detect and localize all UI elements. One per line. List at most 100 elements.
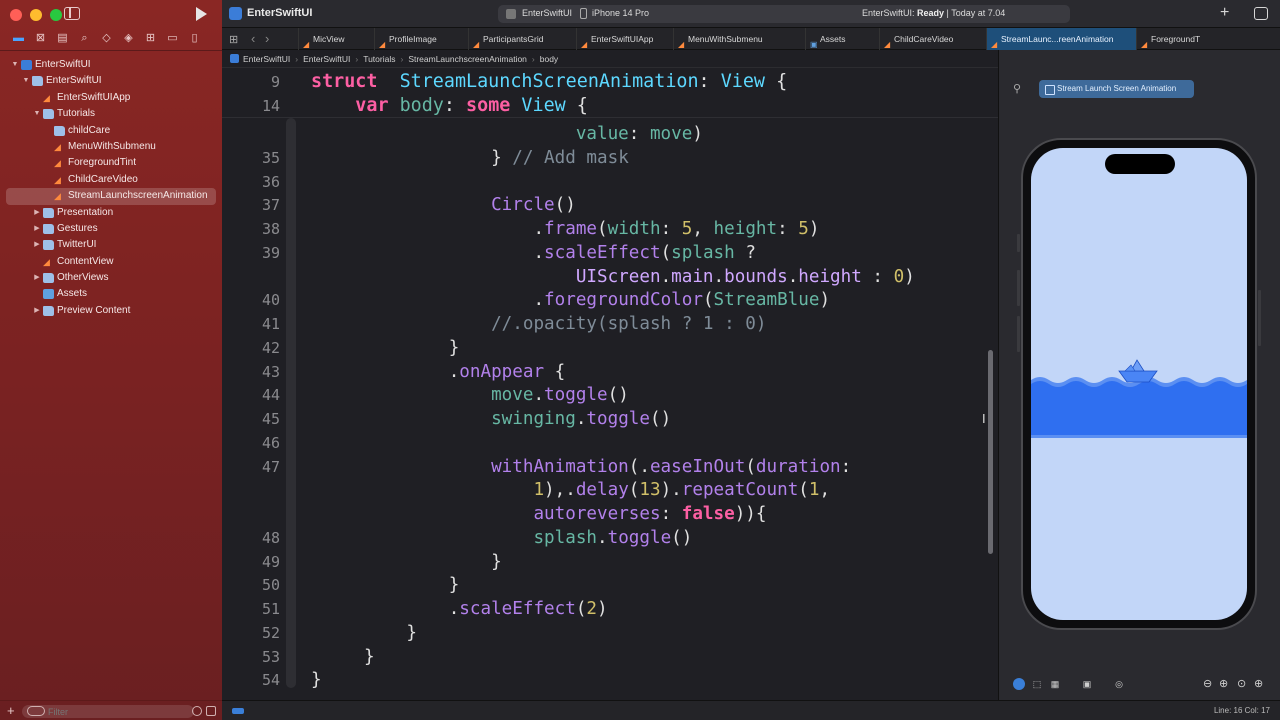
code-line[interactable]: 35 } // Add mask: [222, 146, 998, 170]
source-control-icon[interactable]: ⊠: [34, 32, 47, 45]
code-line[interactable]: 52 }: [222, 621, 998, 645]
run-destination[interactable]: iPhone 14 Pro: [592, 8, 649, 18]
tab-childcarevideo[interactable]: ◢ ChildCareVideo: [879, 28, 986, 50]
code-line[interactable]: 40 .foregroundColor(StreamBlue): [222, 288, 998, 312]
debug-navigator-icon[interactable]: ⊞: [144, 32, 157, 45]
editor-scrollbar[interactable]: [988, 350, 993, 554]
navigator-item[interactable]: ◢ ForegroundTint: [0, 155, 222, 171]
preview-tab[interactable]: Stream Launch Screen Animation: [1039, 80, 1194, 98]
navigator-item[interactable]: ◢ MenuWithSubmenu: [0, 139, 222, 155]
navigator-item[interactable]: ▶ TwitterUI: [0, 237, 222, 253]
code-line[interactable]: 37 Circle(): [222, 193, 998, 217]
add-file-button[interactable]: +: [7, 703, 15, 718]
breadcrumb-item[interactable]: EnterSwiftUI: [243, 54, 290, 64]
code-line[interactable]: 47 withAnimation(.easeInOut(duration:: [222, 455, 998, 479]
zoom-actual-icon[interactable]: ⊕: [1254, 677, 1263, 690]
close-window-button[interactable]: [10, 9, 22, 21]
color-scheme-icon[interactable]: ◎: [1113, 678, 1125, 690]
navigator-item[interactable]: ▶ Gestures: [0, 221, 222, 237]
code-line[interactable]: 39 .scaleEffect(splash ?: [222, 241, 998, 265]
code-line[interactable]: 45 swinging.toggle(): [222, 407, 998, 431]
code-line[interactable]: 9 struct StreamLaunchScreenAnimation: Vie…: [222, 70, 998, 94]
breadcrumb-item[interactable]: Tutorials: [363, 54, 395, 64]
back-arrow-icon[interactable]: ‹: [251, 31, 255, 46]
tab-participantsgrid[interactable]: ◢ ParticipantsGrid: [468, 28, 576, 50]
navigator-item[interactable]: ◢ ContentView: [0, 254, 222, 270]
navigator-item[interactable]: ▶ OtherViews: [0, 270, 222, 286]
zoom-fit-icon[interactable]: ⊙: [1237, 677, 1246, 690]
selectable-preview-icon[interactable]: ⬚: [1031, 678, 1043, 690]
breakpoint-navigator-icon[interactable]: ▭: [166, 32, 179, 45]
code-line[interactable]: 49 }: [222, 550, 998, 574]
code-line[interactable]: autoreverses: false)){: [222, 502, 998, 526]
variants-icon[interactable]: ▦: [1049, 678, 1061, 690]
navigator-item[interactable]: ▼ Tutorials: [0, 106, 222, 122]
disclosure-chevron-icon[interactable]: ▼: [10, 57, 20, 73]
disclosure-chevron-icon[interactable]: ▼: [21, 73, 31, 89]
navigator-item[interactable]: ▼ EnterSwiftUI: [0, 73, 222, 89]
issue-navigator-icon[interactable]: ◇: [100, 32, 113, 45]
filter-input[interactable]: [22, 705, 194, 718]
disclosure-chevron-icon[interactable]: ▼: [32, 106, 42, 122]
code-line[interactable]: 53 }: [222, 645, 998, 669]
test-navigator-icon[interactable]: ◈: [122, 32, 135, 45]
breadcrumb-item[interactable]: EnterSwiftUI: [303, 54, 350, 64]
code-line[interactable]: 46: [222, 431, 998, 455]
report-navigator-icon[interactable]: ▯: [188, 32, 201, 45]
code-line[interactable]: 14 var body: some View {: [222, 94, 998, 118]
navigator-item[interactable]: ▶ Presentation: [0, 205, 222, 221]
source-control-filter-icon[interactable]: [206, 706, 216, 716]
breadcrumb-item[interactable]: body: [540, 54, 558, 64]
folder-navigator-icon[interactable]: ▬: [12, 32, 25, 45]
live-preview-icon[interactable]: [1013, 678, 1025, 690]
navigator-item[interactable]: childCare: [0, 123, 222, 139]
code-line[interactable]: 38 .frame(width: 5, height: 5): [222, 217, 998, 241]
navigator-item[interactable]: ◢ ChildCareVideo: [0, 172, 222, 188]
tab-profileimage[interactable]: ◢ ProfileImage: [374, 28, 468, 50]
tab-streamlaunc-reenanimation[interactable]: ◢ StreamLaunc...reenAnimation: [986, 28, 1136, 50]
inspector-toggle-icon[interactable]: [1254, 7, 1268, 20]
related-items-icon[interactable]: ⊞: [229, 33, 238, 46]
code-line[interactable]: 1),.delay(13).repeatCount(1,: [222, 478, 998, 502]
code-line[interactable]: UIScreen.main.bounds.height : 0): [222, 265, 998, 289]
disclosure-chevron-icon[interactable]: ▶: [32, 303, 42, 319]
library-plus-button[interactable]: +: [1220, 4, 1229, 22]
run-button[interactable]: [196, 7, 207, 21]
activity-view[interactable]: EnterSwiftUI iPhone 14 Pro EnterSwiftUI:…: [498, 5, 1070, 23]
device-settings-icon[interactable]: ▣: [1081, 678, 1093, 690]
navigator-item[interactable]: ◢ EnterSwiftUIApp: [0, 90, 222, 106]
find-navigator-icon[interactable]: ⌕: [78, 32, 91, 45]
code-line[interactable]: 51 .scaleEffect(2): [222, 597, 998, 621]
tab-micview[interactable]: ◢ MicView: [298, 28, 374, 50]
navigator-item[interactable]: Assets: [0, 286, 222, 302]
navigator-item[interactable]: ▼ EnterSwiftUI: [0, 57, 222, 73]
symbol-navigator-icon[interactable]: ▤: [56, 32, 69, 45]
zoom-window-button[interactable]: [50, 9, 62, 21]
recent-files-icon[interactable]: [192, 706, 202, 716]
code-line[interactable]: 36: [222, 170, 998, 194]
scheme-selector[interactable]: EnterSwiftUI: [522, 8, 572, 18]
code-line[interactable]: value: move): [222, 122, 998, 146]
minimize-window-button[interactable]: [30, 9, 42, 21]
tab-assets[interactable]: ▣ Assets: [805, 28, 879, 50]
navigator-item[interactable]: ▶ Preview Content: [0, 303, 222, 319]
forward-arrow-icon[interactable]: ›: [265, 31, 269, 46]
tab-enterswiftuiapp[interactable]: ◢ EnterSwiftUIApp: [576, 28, 673, 50]
disclosure-chevron-icon[interactable]: ▶: [32, 237, 42, 253]
pin-icon[interactable]: ⚲: [1013, 82, 1021, 95]
tab-foregroundt[interactable]: ◢ ForegroundT: [1136, 28, 1280, 50]
code-line[interactable]: 48 splash.toggle(): [222, 526, 998, 550]
navigator-item[interactable]: ◢ StreamLaunchscreenAnimation: [6, 188, 216, 205]
breadcrumb-item[interactable]: StreamLaunchscreenAnimation: [408, 54, 527, 64]
code-line[interactable]: 42 }: [222, 336, 998, 360]
code-line[interactable]: 41 //.opacity(splash ? 1 : 0): [222, 312, 998, 336]
sidebar-toggle-icon[interactable]: [64, 7, 80, 20]
tab-menuwithsubmenu[interactable]: ◢ MenuWithSubmenu: [673, 28, 805, 50]
code-line[interactable]: 50 }: [222, 573, 998, 597]
disclosure-chevron-icon[interactable]: ▶: [32, 221, 42, 237]
disclosure-chevron-icon[interactable]: ▶: [32, 205, 42, 221]
code-line[interactable]: 44 move.toggle(): [222, 383, 998, 407]
source-editor[interactable]: 9 struct StreamLaunchScreenAnimation: Vie…: [222, 68, 998, 700]
zoom-out-icon[interactable]: ⊖: [1203, 677, 1212, 690]
code-line[interactable]: 43 .onAppear {: [222, 360, 998, 384]
